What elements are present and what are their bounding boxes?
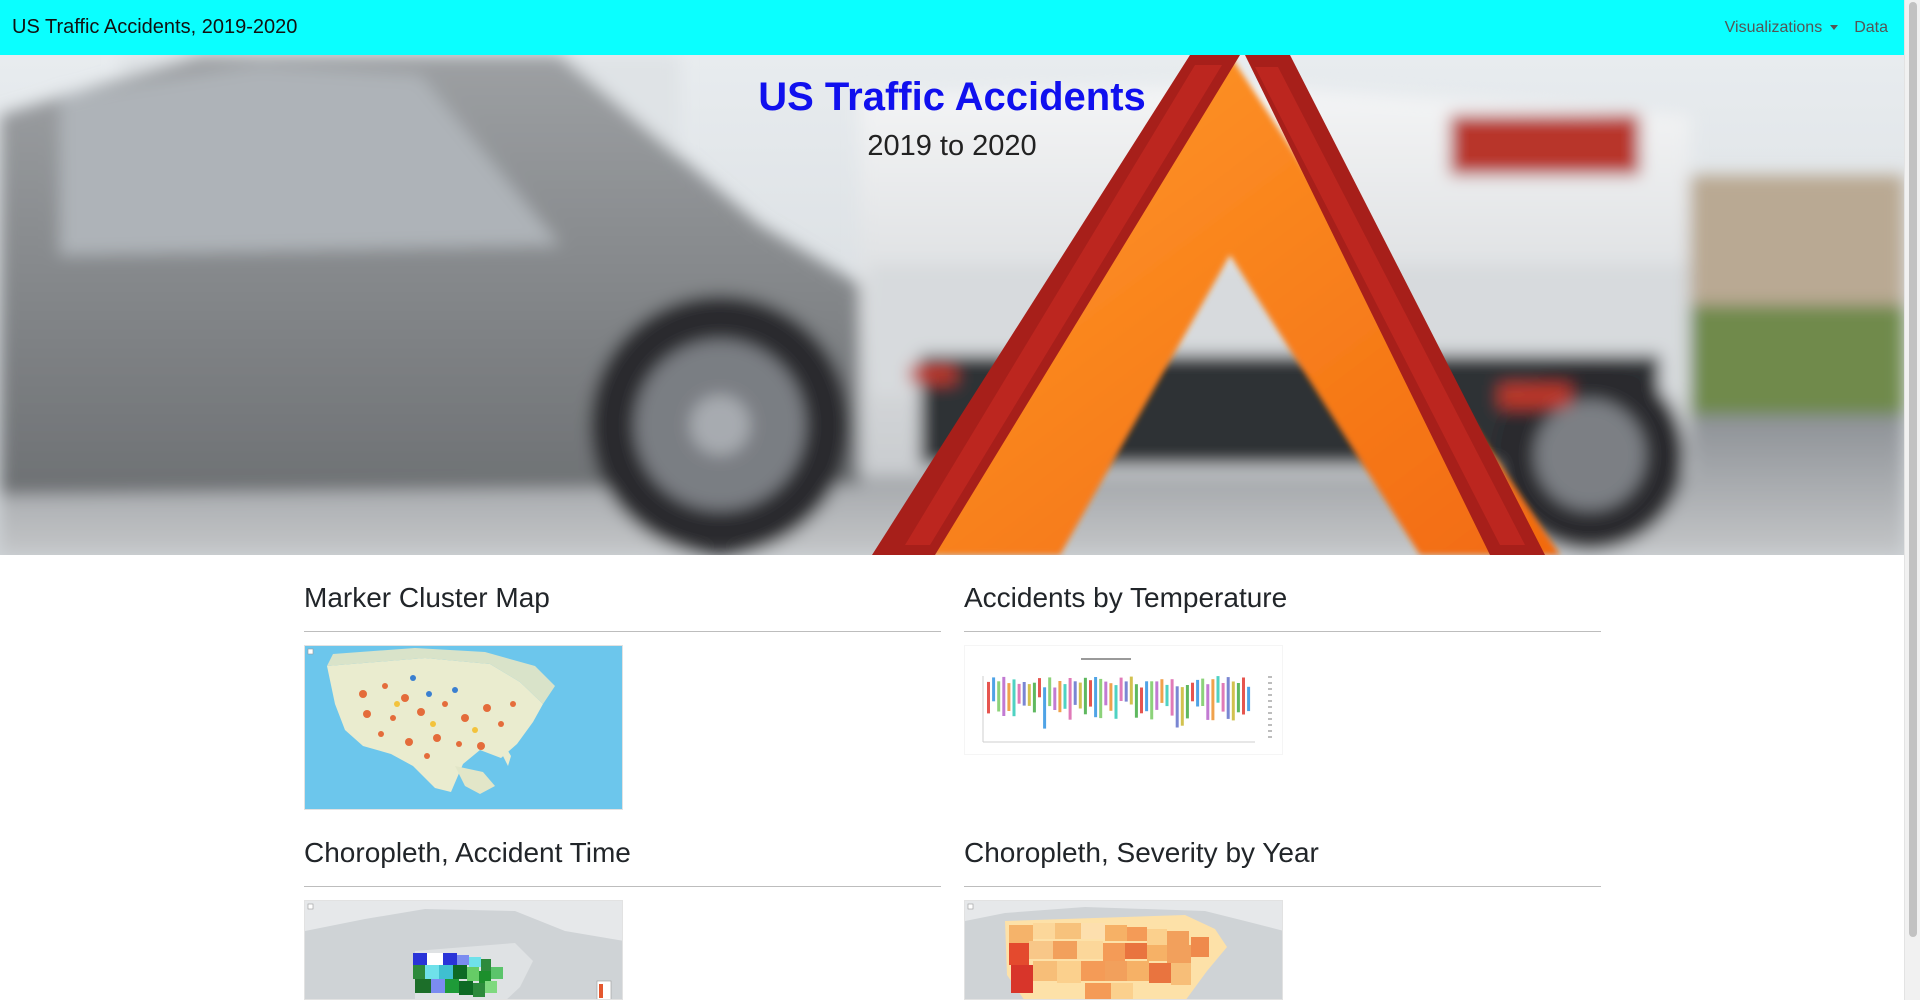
box-plot-mark: [1221, 683, 1225, 712]
hero-subtitle: 2019 to 2020: [867, 130, 1037, 162]
box-plot-mark: [1155, 681, 1159, 710]
box-plot-mark: [1231, 681, 1235, 721]
chevron-down-icon: [1830, 25, 1839, 30]
box-plot-mark: [1236, 683, 1240, 713]
box-plot-mark: [1043, 687, 1047, 729]
box-plot-mark: [1078, 682, 1082, 709]
section-title: Choropleth, Severity by Year: [964, 837, 1319, 868]
hero-banner: US Traffic Accidents 2019 to 2020: [0, 55, 1904, 555]
section-marker-cluster-map: Marker Cluster Map: [304, 576, 941, 632]
box-plot-mark: [1216, 676, 1220, 703]
section-title: Accidents by Temperature: [964, 582, 1288, 613]
choropleth-accident-time-thumbnail[interactable]: [304, 900, 623, 1000]
divider: [964, 886, 1601, 887]
box-plot-mark: [1185, 685, 1189, 719]
box-plot-mark: [1048, 677, 1052, 707]
box-plot-mark: [1242, 677, 1245, 715]
box-plot-mark: [1201, 678, 1205, 706]
box-plot-mark: [1063, 684, 1067, 709]
section-accidents-by-temperature: Accidents by Temperature: [964, 576, 1601, 632]
box-plot-mark: [1145, 681, 1149, 712]
box-plot-mark: [1150, 681, 1154, 720]
nav-data-link[interactable]: Data: [1854, 19, 1888, 37]
nav-data-label: Data: [1854, 18, 1888, 36]
section-title: Marker Cluster Map: [304, 582, 550, 613]
section-title: Choropleth, Accident Time: [304, 837, 631, 868]
box-plot-mark: [1191, 682, 1194, 702]
box-plot-mark: [1068, 678, 1072, 720]
temperature-chart-thumbnail[interactable]: [964, 645, 1283, 755]
divider: [964, 631, 1601, 632]
box-plot-mark: [992, 677, 996, 702]
section-choropleth-accident-time: Choropleth, Accident Time: [304, 831, 941, 887]
box-plot-mark: [1089, 680, 1092, 707]
box-plot-mark: [1180, 687, 1184, 726]
box-plot-mark: [1073, 681, 1077, 705]
box-plot-mark: [1160, 679, 1164, 703]
nav-visualizations-label: Visualizations: [1724, 18, 1823, 36]
box-plot-mark: [1083, 677, 1087, 715]
nav-visualizations-dropdown[interactable]: Visualizations: [1725, 19, 1839, 37]
box-plot-mark: [1140, 687, 1143, 714]
box-plot-mark: [1196, 679, 1200, 707]
box-plot-mark: [1038, 678, 1041, 698]
box-plot-mark: [1094, 677, 1098, 718]
box-plot-mark: [1211, 679, 1215, 721]
navbar-brand[interactable]: US Traffic Accidents, 2019-2020: [12, 16, 297, 39]
box-plot-mark: [1165, 684, 1169, 707]
divider: [304, 886, 941, 887]
box-plot-mark: [1022, 682, 1026, 706]
box-plot-mark: [1175, 686, 1179, 728]
box-plot-mark: [1226, 677, 1230, 719]
page-scrollbar[interactable]: [1904, 0, 1920, 1000]
hero-title: US Traffic Accidents: [758, 75, 1146, 119]
box-plot-mark: [1170, 679, 1174, 716]
box-plot-mark: [1114, 685, 1118, 719]
box-plot-mark: [1129, 676, 1133, 705]
box-plot-mark: [1012, 679, 1016, 717]
section-choropleth-severity-by-year: Choropleth, Severity by Year: [964, 831, 1601, 887]
scrollbar-thumb[interactable]: [1909, 2, 1917, 937]
box-plot-mark: [1053, 687, 1057, 710]
box-plot-mark: [997, 681, 1001, 712]
box-plot-mark: [1099, 678, 1103, 719]
box-plot-mark: [1206, 684, 1210, 720]
box-plot-mark: [1032, 682, 1036, 713]
box-plot-mark: [1124, 681, 1128, 702]
navbar-links: Visualizations Data: [1725, 19, 1892, 37]
navbar: US Traffic Accidents, 2019-2020 Visualiz…: [0, 0, 1904, 55]
box-plot-mark: [1109, 683, 1113, 711]
box-plot-mark: [1027, 684, 1031, 706]
box-plot-mark: [1007, 683, 1011, 711]
marker-cluster-map-thumbnail[interactable]: [304, 645, 623, 810]
box-plot-mark: [1058, 681, 1062, 713]
choropleth-severity-by-year-thumbnail[interactable]: [964, 900, 1283, 1000]
divider: [304, 631, 941, 632]
box-plot-mark: [1104, 681, 1108, 706]
box-plot-mark: [1247, 686, 1251, 712]
box-plot-mark: [1002, 676, 1006, 716]
box-plot-mark: [1017, 683, 1021, 704]
box-plot-mark: [1119, 677, 1123, 701]
box-plot-mark: [987, 681, 990, 714]
box-plot-mark: [1134, 684, 1138, 718]
